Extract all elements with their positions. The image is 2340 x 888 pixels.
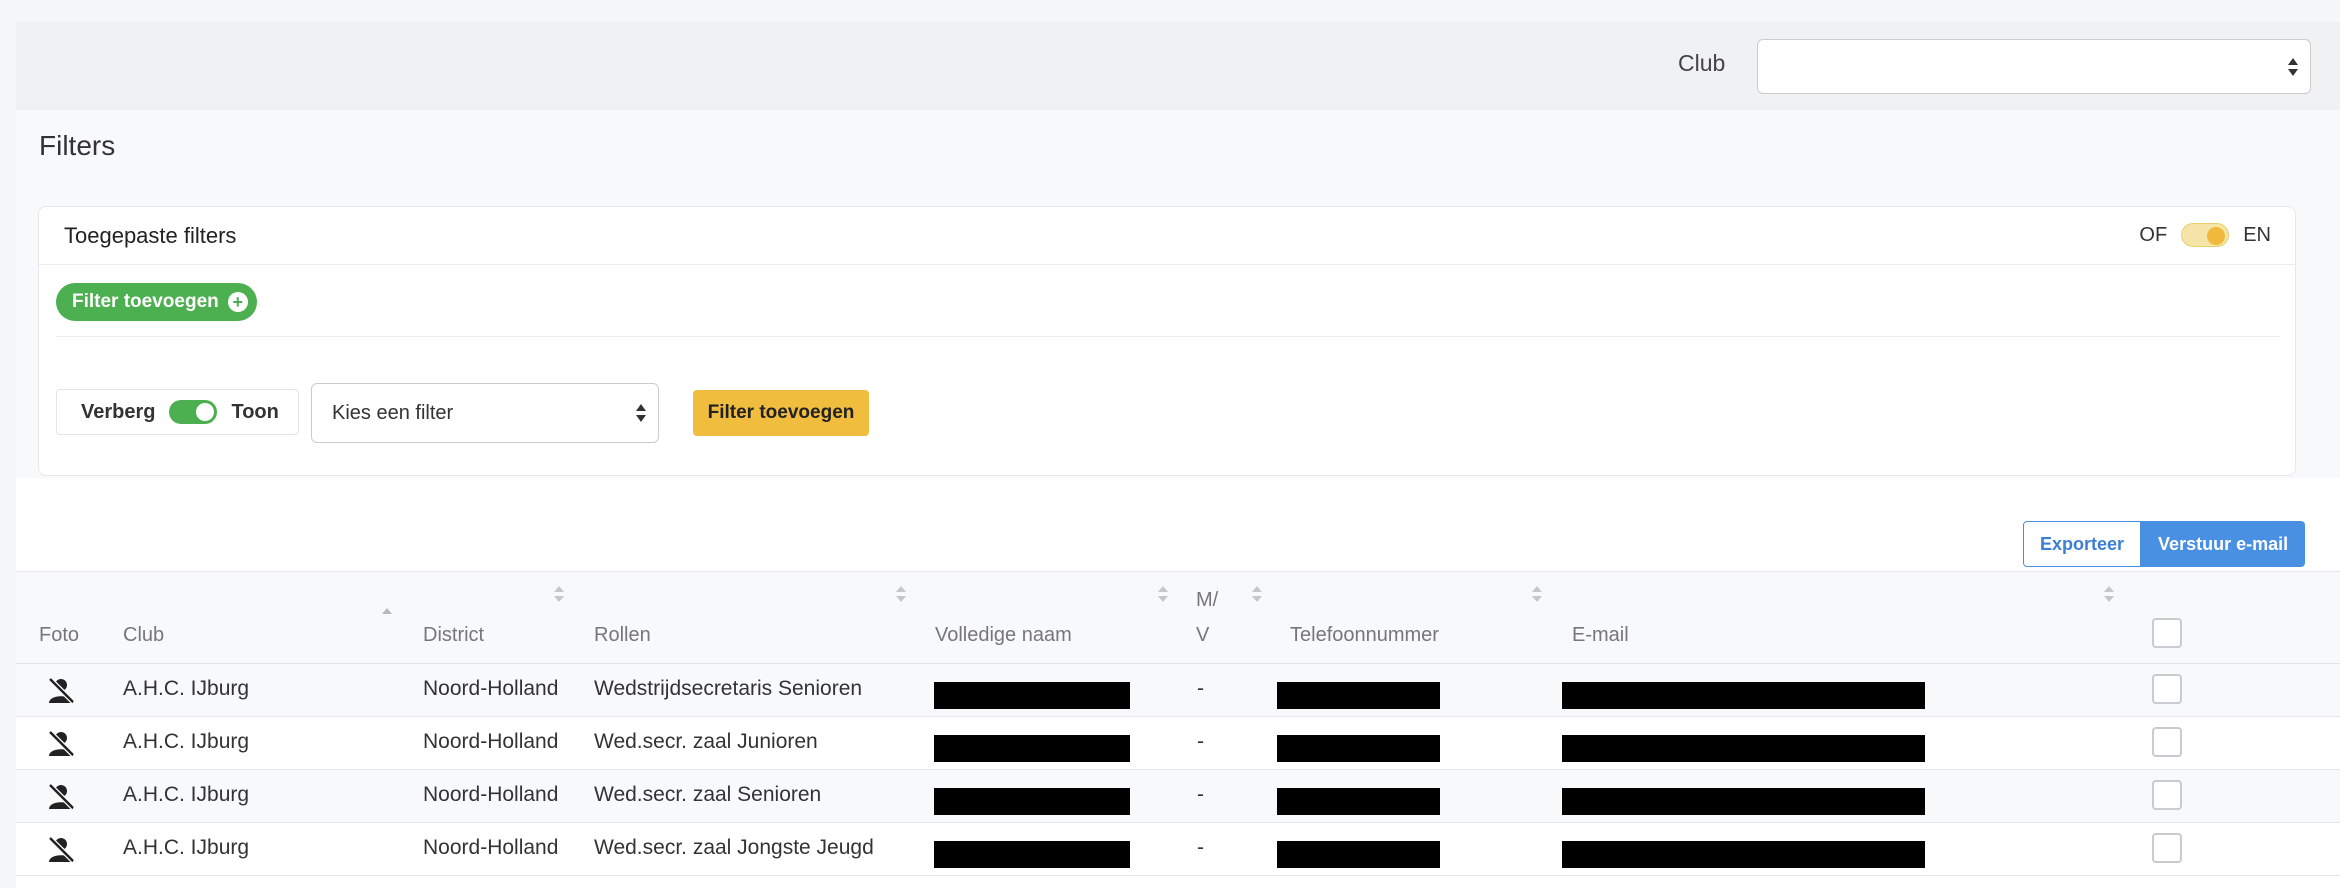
or-and-toggle[interactable] — [2181, 223, 2230, 247]
table-header: Foto Club District Rollen Volledige naam… — [16, 571, 2340, 664]
redacted-email — [1562, 735, 1925, 762]
card-header: Toegepaste filters OF EN — [39, 207, 2295, 265]
table-row: A.H.C. IJburg Noord-Holland Wed.secr. zaal… — [16, 770, 2340, 823]
add-filter-button[interactable]: Filter toevoegen — [693, 390, 869, 436]
redacted-phone — [1277, 735, 1440, 762]
select-all-checkbox[interactable] — [2152, 618, 2182, 648]
topbar: Club — [16, 22, 2340, 110]
col-district[interactable]: District — [423, 624, 484, 647]
table-row: A.H.C. IJburg Noord-Holland Wed.secr. zaal… — [16, 717, 2340, 770]
add-filter-pill[interactable]: Filter toevoegen + — [56, 283, 257, 321]
filter-select[interactable]: Kies een filter — [311, 383, 659, 443]
row-checkbox[interactable] — [2152, 674, 2182, 704]
redacted-name — [934, 841, 1130, 868]
row-checkbox[interactable] — [2152, 727, 2182, 757]
filter-select-value: Kies een filter — [332, 402, 454, 424]
cell-mv: - — [1197, 836, 1204, 859]
filters-title: Filters — [39, 130, 116, 161]
redacted-name — [934, 682, 1130, 709]
user-slash-icon — [46, 730, 76, 758]
sort-asc-icon[interactable] — [382, 608, 392, 624]
col-mv-line1[interactable]: M/ — [1196, 589, 1218, 612]
cell-rol: Wed.secr. zaal Junioren — [594, 730, 818, 753]
table-row: A.H.C. IJburg Noord-Holland Wed.secr. zaal… — [16, 823, 2340, 876]
col-telefoonnummer[interactable]: Telefoonnummer — [1290, 624, 1439, 647]
row-checkbox[interactable] — [2152, 833, 2182, 863]
plus-icon: + — [227, 292, 248, 312]
redacted-phone — [1277, 682, 1440, 709]
hide-show-switch: Verberg Toon — [56, 389, 299, 435]
col-email[interactable]: E-mail — [1572, 624, 1629, 647]
select-arrows-icon — [2288, 57, 2298, 76]
cell-mv: - — [1197, 783, 1204, 806]
redacted-phone — [1277, 788, 1440, 815]
divider — [56, 336, 2280, 337]
cell-rol: Wed.secr. zaal Jongste Jeugd — [594, 836, 874, 859]
and-label: EN — [2243, 223, 2271, 246]
redacted-name — [934, 788, 1130, 815]
sort-icon[interactable] — [896, 586, 906, 602]
cell-district: Noord-Holland — [423, 836, 559, 859]
cell-club: A.H.C. IJburg — [123, 730, 250, 753]
row-checkbox[interactable] — [2152, 780, 2182, 810]
export-button[interactable]: Exporteer — [2023, 521, 2142, 567]
cell-rol: Wedstrijdsecretaris Senioren — [594, 677, 863, 700]
col-club[interactable]: Club — [123, 624, 164, 647]
cell-mv: - — [1197, 730, 1204, 753]
toggle-knob — [2207, 227, 2226, 245]
add-filter-pill-label: Filter toevoegen — [72, 291, 219, 312]
cell-club: A.H.C. IJburg — [123, 677, 250, 700]
sort-icon[interactable] — [1532, 586, 1542, 602]
applied-filters-card: Toegepaste filters OF EN Filter toevoege… — [38, 206, 2296, 476]
cell-club: A.H.C. IJburg — [123, 783, 250, 806]
cell-district: Noord-Holland — [423, 730, 559, 753]
user-slash-icon — [46, 836, 76, 864]
send-email-button[interactable]: Verstuur e-mail — [2141, 521, 2306, 567]
redacted-email — [1562, 788, 1925, 815]
col-rollen[interactable]: Rollen — [594, 624, 651, 647]
select-arrows-icon — [636, 404, 646, 422]
sort-icon[interactable] — [2104, 586, 2114, 602]
redacted-name — [934, 735, 1130, 762]
redacted-email — [1562, 841, 1925, 868]
user-slash-icon — [46, 783, 76, 811]
hide-label: Verberg — [81, 400, 156, 423]
club-select[interactable] — [1757, 39, 2311, 94]
redacted-email — [1562, 682, 1925, 709]
col-volledige-naam[interactable]: Volledige naam — [935, 624, 1072, 647]
show-label: Toon — [231, 400, 279, 423]
cell-district: Noord-Holland — [423, 783, 559, 806]
cell-mv: - — [1197, 677, 1204, 700]
table-row: A.H.C. IJburg Noord-Holland Wedstrijdsecre… — [16, 664, 2340, 717]
sort-icon[interactable] — [1252, 586, 1262, 602]
export-button-group: Exporteer Verstuur e-mail — [2023, 521, 2306, 567]
app: Club Filters Toegepaste filters OF EN Fi… — [16, 22, 2340, 888]
user-slash-icon — [46, 677, 76, 705]
col-foto: Foto — [39, 624, 80, 646]
cell-rol: Wed.secr. zaal Senioren — [594, 783, 822, 806]
hide-show-toggle[interactable] — [169, 400, 218, 424]
sort-icon[interactable] — [554, 586, 564, 602]
club-label: Club — [1678, 50, 1726, 76]
or-label: OF — [2139, 223, 2168, 246]
col-mv-line2[interactable]: V — [1196, 624, 1209, 647]
redacted-phone — [1277, 841, 1440, 868]
or-and-switch: OF EN — [2139, 223, 2271, 247]
sort-icon[interactable] — [1158, 586, 1168, 602]
table-panel: Exporteer Verstuur e-mail Foto Club Dist… — [16, 478, 2340, 888]
cell-district: Noord-Holland — [423, 677, 559, 700]
toggle-knob — [196, 403, 215, 421]
applied-filters-title: Toegepaste filters — [64, 223, 237, 248]
cell-club: A.H.C. IJburg — [123, 836, 250, 859]
